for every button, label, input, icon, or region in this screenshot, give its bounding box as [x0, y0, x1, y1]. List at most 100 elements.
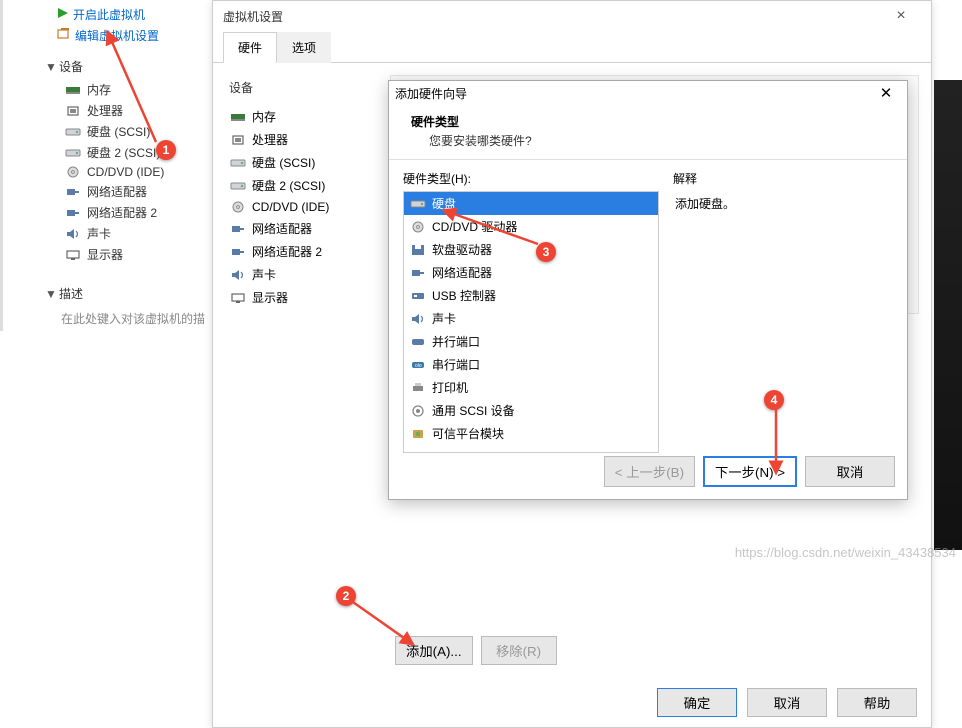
device-label: 硬盘 2 (SCSI) — [252, 177, 325, 194]
vm-device-row[interactable]: 网络适配器 — [226, 217, 379, 240]
device-label: 声卡 — [87, 225, 111, 242]
wizard-title: 添加硬件向导 — [395, 85, 467, 102]
remove-button[interactable]: 移除(R) — [481, 636, 557, 665]
hardware-type-item[interactable]: olo串行端口 — [404, 353, 658, 376]
sound-icon — [410, 312, 426, 326]
net-icon — [65, 186, 81, 198]
vm-settings-title: 虚拟机设置 — [223, 8, 283, 25]
ok-button[interactable]: 确定 — [657, 688, 737, 717]
tab-options[interactable]: 选项 — [277, 32, 331, 63]
description-placeholder[interactable]: 在此处键入对该虚拟机的描 — [5, 306, 210, 327]
sound-icon — [230, 269, 246, 281]
sidebar-device-item[interactable]: 声卡 — [65, 223, 210, 244]
net-icon — [410, 266, 426, 280]
display-icon — [65, 249, 81, 261]
hardware-type-list[interactable]: 硬盘 CD/DVD 驱动器软盘驱动器网络适配器 USB 控制器声卡并行端口olo串行… — [403, 191, 659, 453]
hardware-type-item[interactable]: USB 控制器 — [404, 284, 658, 307]
edit-settings-icon — [57, 27, 71, 44]
hardware-type-label: 硬盘 — [432, 195, 456, 212]
device-label: 处理器 — [87, 102, 123, 119]
add-button[interactable]: 添加(A)... — [395, 636, 473, 665]
wizard-head-title: 硬件类型 — [411, 113, 891, 132]
next-button[interactable]: 下一步(N) > — [703, 456, 797, 487]
hardware-type-item[interactable]: CD/DVD 驱动器 — [404, 215, 658, 238]
device-label: 内存 — [87, 81, 111, 98]
sidebar-device-item[interactable]: 显示器 — [65, 244, 210, 265]
caret-down-icon: ▼ — [45, 287, 55, 301]
edit-settings-label: 编辑虚拟机设置 — [75, 27, 159, 44]
memory-icon — [65, 84, 81, 96]
vm-settings-titlebar: 虚拟机设置 × — [213, 1, 931, 31]
hardware-type-item[interactable]: 可信平台模块 — [404, 422, 658, 445]
hardware-type-label: 声卡 — [432, 310, 456, 327]
vm-device-row[interactable]: CD/DVD (IDE) — [226, 197, 379, 217]
device-label: 显示器 — [87, 246, 123, 263]
device-label: 声卡 — [252, 266, 276, 283]
serial-icon: olo — [410, 358, 426, 372]
cd-icon — [410, 220, 426, 234]
hardware-type-item[interactable]: 硬盘 — [404, 192, 658, 215]
close-icon[interactable]: × — [881, 7, 921, 25]
device-label: 网络适配器 2 — [252, 243, 322, 260]
device-label: 显示器 — [252, 289, 288, 306]
vm-device-row[interactable]: 声卡 — [226, 263, 379, 286]
memory-icon — [230, 111, 246, 123]
net-icon — [65, 207, 81, 219]
disk-icon — [230, 180, 246, 192]
close-icon[interactable]: ✕ — [871, 84, 901, 102]
svg-text:olo: olo — [415, 363, 422, 369]
sound-icon — [65, 228, 81, 240]
sidebar-device-item[interactable]: 硬盘 (SCSI) — [65, 121, 210, 142]
sidebar-device-item[interactable]: 处理器 — [65, 100, 210, 121]
hardware-type-label: USB 控制器 — [432, 287, 496, 304]
cd-icon — [65, 166, 81, 178]
device-label: 网络适配器 — [87, 183, 147, 200]
vm-device-row[interactable]: 显示器 — [226, 286, 379, 309]
power-on-link[interactable]: 开启此虚拟机 — [57, 4, 210, 25]
vm-device-row[interactable]: 硬盘 (SCSI) — [226, 151, 379, 174]
hardware-type-item[interactable]: 网络适配器 — [404, 261, 658, 284]
description-header[interactable]: ▼ 描述 — [5, 281, 210, 306]
hardware-type-label: 可信平台模块 — [432, 425, 504, 442]
cancel-button[interactable]: 取消 — [747, 688, 827, 717]
play-icon — [57, 7, 69, 22]
wizard-titlebar: 添加硬件向导 ✕ — [389, 81, 907, 105]
sidebar-device-item[interactable]: 内存 — [65, 79, 210, 100]
back-button[interactable]: < 上一步(B) — [604, 456, 695, 487]
sidebar-device-item[interactable]: 网络适配器 2 — [65, 202, 210, 223]
annotation-marker-4: 4 — [764, 390, 784, 410]
watermark-text: https://blog.csdn.net/weixin_43438534 — [735, 545, 956, 560]
device-label: 硬盘 (SCSI) — [87, 123, 150, 140]
vm-settings-tabs: 硬件 选项 — [213, 31, 931, 63]
hardware-type-item[interactable]: 声卡 — [404, 307, 658, 330]
device-label: CD/DVD (IDE) — [87, 165, 164, 179]
help-button[interactable]: 帮助 — [837, 688, 917, 717]
disk-icon — [65, 147, 81, 159]
sidebar-device-item[interactable]: 硬盘 2 (SCSI) — [65, 142, 210, 163]
device-label: 硬盘 2 (SCSI) — [87, 144, 160, 161]
display-icon — [230, 292, 246, 304]
device-label: 网络适配器 — [252, 220, 312, 237]
vm-device-row[interactable]: 硬盘 2 (SCSI) — [226, 174, 379, 197]
wizard-cancel-button[interactable]: 取消 — [805, 456, 895, 487]
hardware-type-item[interactable]: 打印机 — [404, 376, 658, 399]
hardware-type-item[interactable]: 并行端口 — [404, 330, 658, 353]
scsi-icon — [410, 404, 426, 418]
device-label: 网络适配器 2 — [87, 204, 157, 221]
hardware-type-label: 硬件类型(H): — [403, 170, 659, 191]
tab-hardware[interactable]: 硬件 — [223, 32, 277, 63]
tpm-icon — [410, 427, 426, 441]
hardware-type-item[interactable]: 软盘驱动器 — [404, 238, 658, 261]
explanation-column: 解释 添加硬盘。 — [673, 170, 893, 453]
edit-settings-link[interactable]: 编辑虚拟机设置 — [57, 25, 210, 46]
sidebar-device-item[interactable]: CD/DVD (IDE) — [65, 163, 210, 181]
disk-icon — [65, 126, 81, 138]
vm-device-row[interactable]: 处理器 — [226, 128, 379, 151]
hardware-type-item[interactable]: 通用 SCSI 设备 — [404, 399, 658, 422]
devices-header[interactable]: ▼ 设备 — [5, 54, 210, 79]
vm-device-list: 内存处理器硬盘 (SCSI) 硬盘 2 (SCSI) CD/DVD (IDE) 网络适… — [225, 100, 380, 314]
vm-device-row[interactable]: 内存 — [226, 105, 379, 128]
sidebar-device-item[interactable]: 网络适配器 — [65, 181, 210, 202]
vm-device-row[interactable]: 网络适配器 2 — [226, 240, 379, 263]
floppy-icon — [410, 243, 426, 257]
